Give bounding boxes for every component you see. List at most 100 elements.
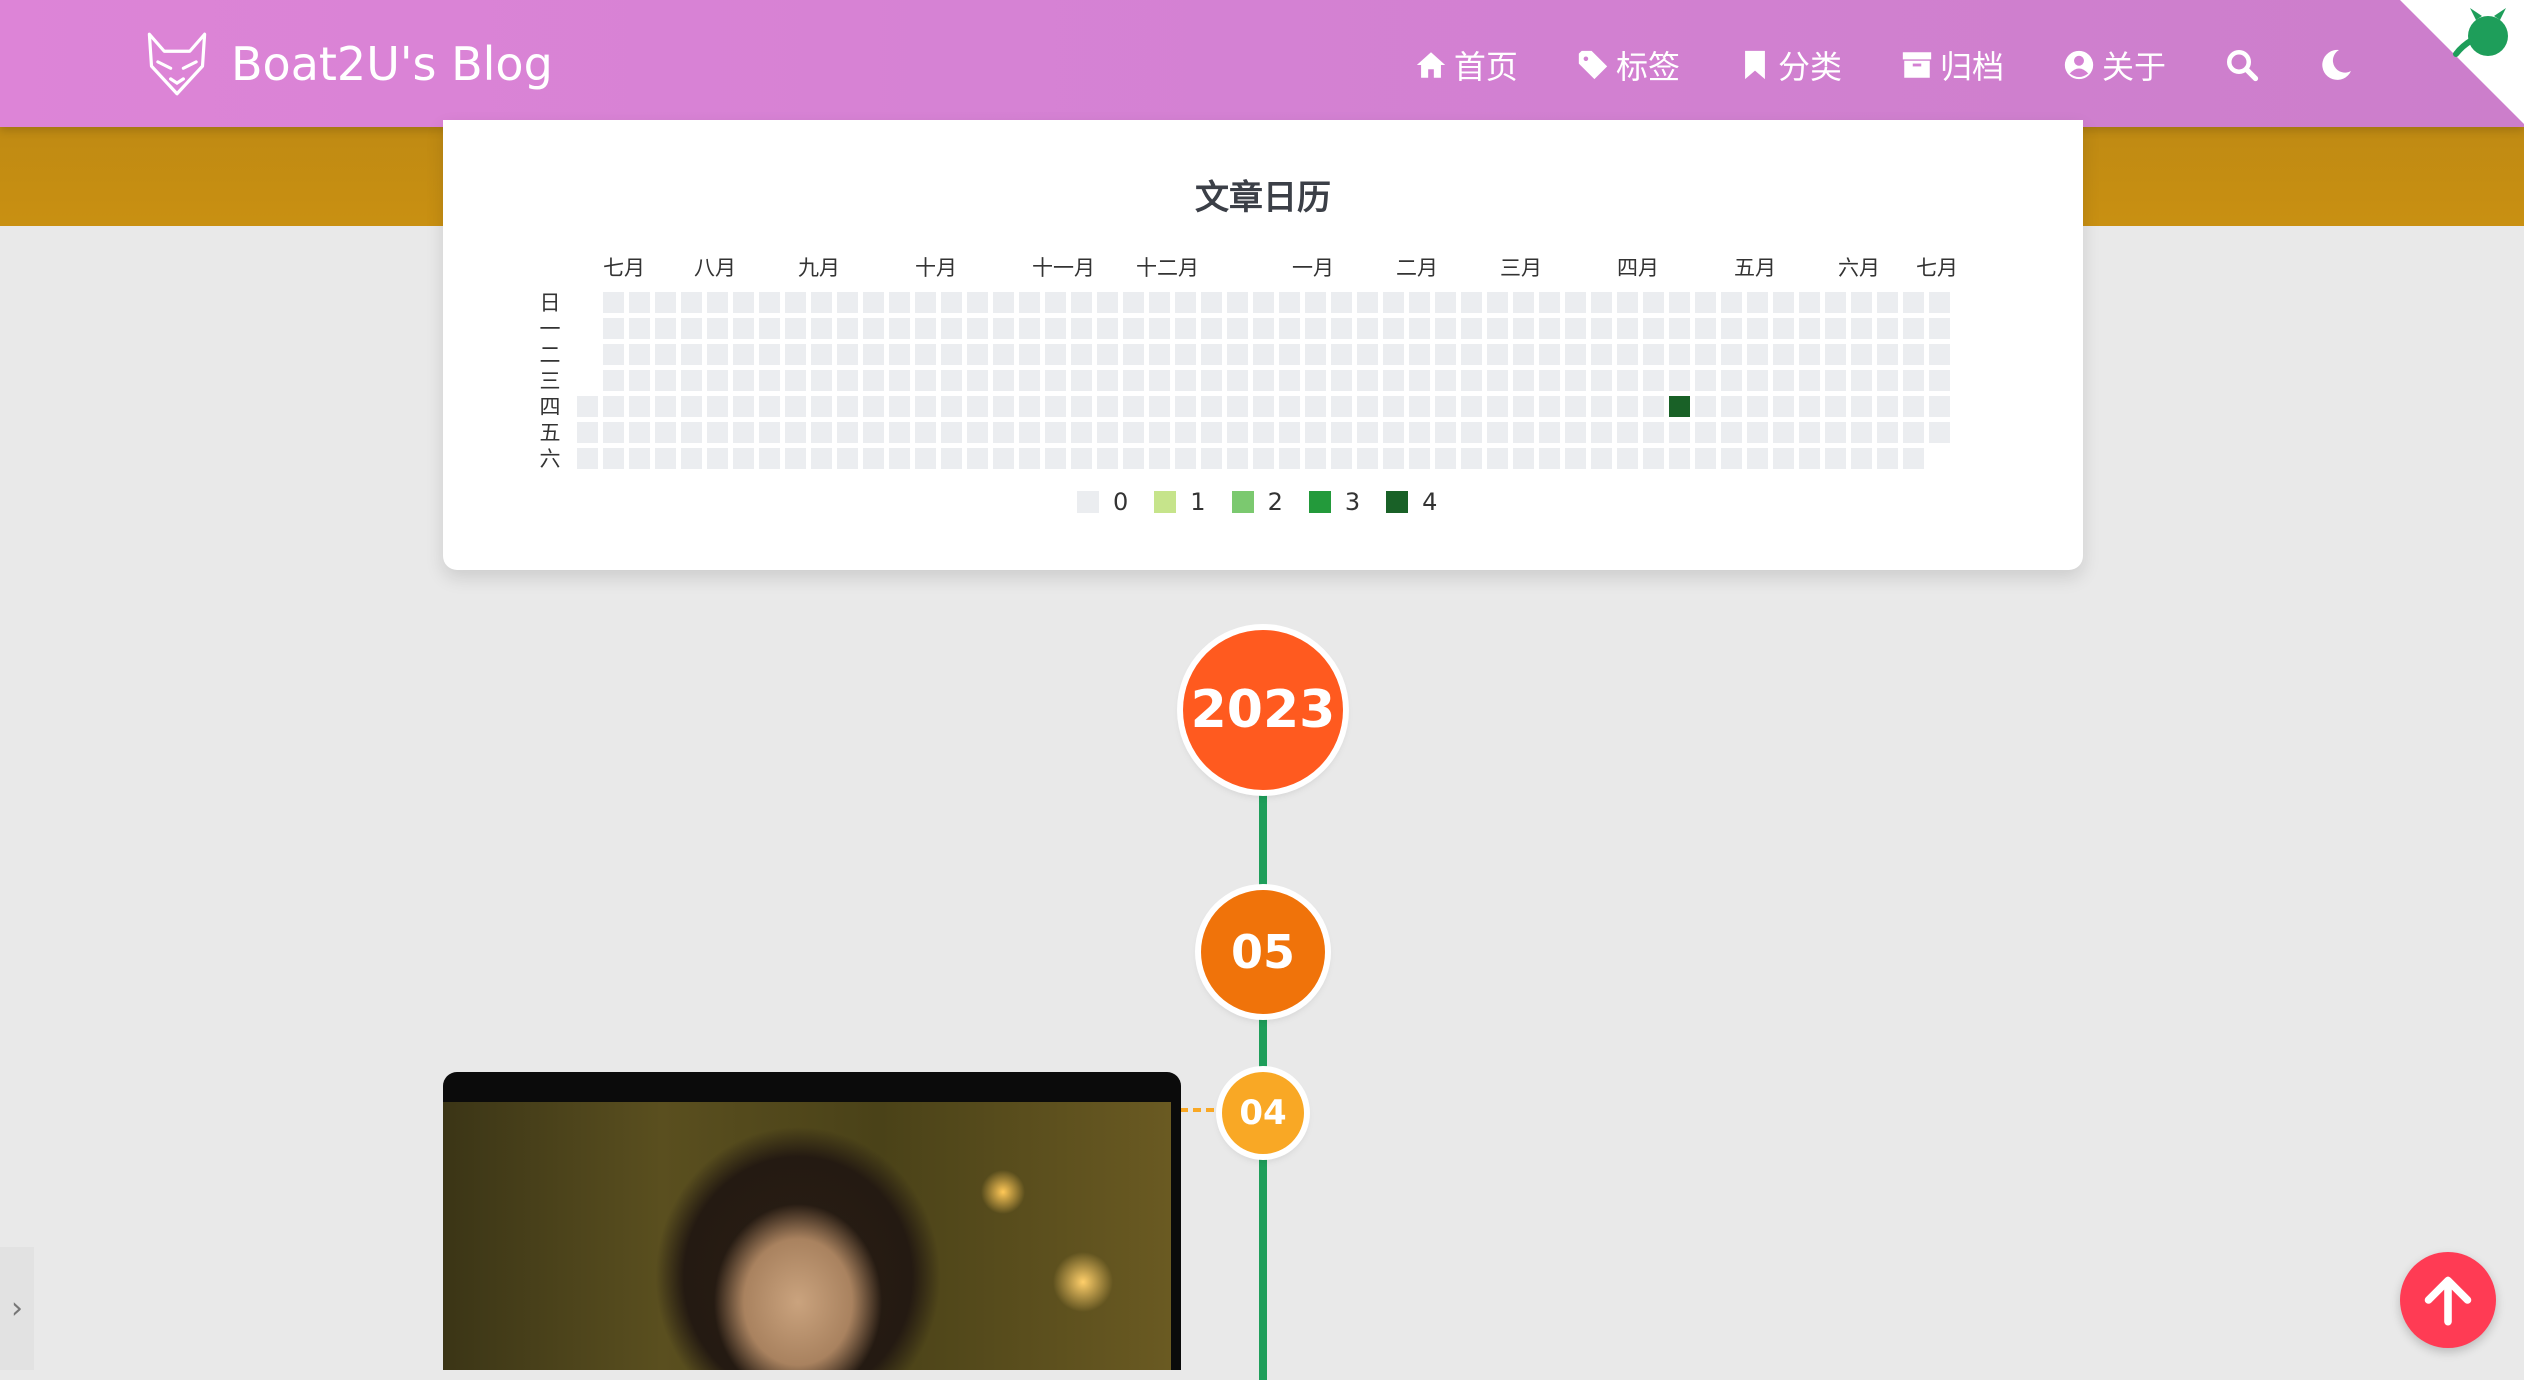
calendar-day-cell[interactable]	[1331, 344, 1352, 365]
calendar-day-cell[interactable]	[1383, 292, 1404, 313]
calendar-day-cell[interactable]	[1435, 370, 1456, 391]
calendar-day-cell[interactable]	[889, 448, 910, 469]
calendar-day-cell[interactable]	[1877, 396, 1898, 417]
calendar-day-cell[interactable]	[1175, 344, 1196, 365]
calendar-day-cell[interactable]	[1227, 318, 1248, 339]
calendar-day-cell[interactable]	[733, 396, 754, 417]
post-cover-image[interactable]	[443, 1102, 1171, 1370]
calendar-day-cell[interactable]	[993, 344, 1014, 365]
calendar-day-cell[interactable]	[1487, 292, 1508, 313]
calendar-day-cell[interactable]	[915, 292, 936, 313]
calendar-day-cell[interactable]	[785, 292, 806, 313]
calendar-day-cell[interactable]	[967, 448, 988, 469]
calendar-day-cell[interactable]	[759, 344, 780, 365]
calendar-day-cell[interactable]	[655, 422, 676, 443]
calendar-day-cell[interactable]	[733, 318, 754, 339]
calendar-day-cell[interactable]	[1071, 292, 1092, 313]
calendar-day-cell[interactable]	[1669, 344, 1690, 365]
calendar-day-cell[interactable]	[863, 344, 884, 365]
theme-toggle-button[interactable]	[2318, 47, 2354, 83]
calendar-day-cell[interactable]	[603, 370, 624, 391]
calendar-day-cell[interactable]	[1851, 318, 1872, 339]
calendar-day-cell[interactable]	[1175, 370, 1196, 391]
calendar-day-cell[interactable]	[759, 422, 780, 443]
post-card[interactable]	[443, 1072, 1181, 1370]
calendar-day-cell[interactable]	[577, 422, 598, 443]
calendar-day-cell[interactable]	[837, 370, 858, 391]
calendar-day-cell[interactable]	[1383, 396, 1404, 417]
calendar-day-cell[interactable]	[1825, 448, 1846, 469]
calendar-day-cell[interactable]	[1799, 318, 1820, 339]
calendar-day-cell[interactable]	[811, 448, 832, 469]
search-button[interactable]	[2224, 47, 2260, 83]
calendar-day-cell[interactable]	[1877, 370, 1898, 391]
calendar-day-cell[interactable]	[1591, 292, 1612, 313]
calendar-day-cell[interactable]	[1149, 318, 1170, 339]
calendar-day-cell[interactable]	[1825, 344, 1846, 365]
calendar-day-cell[interactable]	[1409, 292, 1430, 313]
calendar-day-cell[interactable]	[733, 422, 754, 443]
calendar-day-cell[interactable]	[1669, 292, 1690, 313]
calendar-day-cell[interactable]	[1903, 370, 1924, 391]
calendar-day-cell[interactable]	[1513, 318, 1534, 339]
calendar-day-cell[interactable]	[1825, 292, 1846, 313]
calendar-day-cell[interactable]	[1331, 448, 1352, 469]
calendar-day-cell[interactable]	[1357, 422, 1378, 443]
calendar-day-cell[interactable]	[1669, 396, 1690, 417]
calendar-day-cell[interactable]	[1279, 318, 1300, 339]
calendar-day-cell[interactable]	[1253, 422, 1274, 443]
calendar-day-cell[interactable]	[1591, 318, 1612, 339]
calendar-day-cell[interactable]	[1513, 292, 1534, 313]
calendar-day-cell[interactable]	[1643, 344, 1664, 365]
calendar-day-cell[interactable]	[1825, 318, 1846, 339]
calendar-day-cell[interactable]	[941, 396, 962, 417]
back-to-top-button[interactable]	[2400, 1252, 2496, 1348]
calendar-day-cell[interactable]	[1409, 422, 1430, 443]
calendar-day-cell[interactable]	[1409, 370, 1430, 391]
calendar-day-cell[interactable]	[1617, 448, 1638, 469]
calendar-day-cell[interactable]	[785, 422, 806, 443]
calendar-day-cell[interactable]	[889, 396, 910, 417]
calendar-day-cell[interactable]	[1045, 422, 1066, 443]
calendar-day-cell[interactable]	[1903, 396, 1924, 417]
calendar-day-cell[interactable]	[759, 318, 780, 339]
calendar-day-cell[interactable]	[1643, 396, 1664, 417]
calendar-day-cell[interactable]	[1175, 422, 1196, 443]
calendar-day-cell[interactable]	[1747, 422, 1768, 443]
calendar-day-cell[interactable]	[863, 318, 884, 339]
calendar-day-cell[interactable]	[1227, 344, 1248, 365]
calendar-day-cell[interactable]	[1617, 292, 1638, 313]
calendar-day-cell[interactable]	[1461, 370, 1482, 391]
calendar-day-cell[interactable]	[1487, 422, 1508, 443]
calendar-day-cell[interactable]	[1591, 370, 1612, 391]
calendar-day-cell[interactable]	[577, 448, 598, 469]
calendar-day-cell[interactable]	[1331, 370, 1352, 391]
calendar-day-cell[interactable]	[1903, 292, 1924, 313]
calendar-day-cell[interactable]	[603, 396, 624, 417]
calendar-day-cell[interactable]	[707, 422, 728, 443]
calendar-day-cell[interactable]	[967, 396, 988, 417]
calendar-day-cell[interactable]	[1773, 292, 1794, 313]
calendar-day-cell[interactable]	[1097, 396, 1118, 417]
calendar-day-cell[interactable]	[1227, 292, 1248, 313]
calendar-day-cell[interactable]	[1409, 344, 1430, 365]
calendar-day-cell[interactable]	[1513, 344, 1534, 365]
calendar-day-cell[interactable]	[915, 422, 936, 443]
calendar-day-cell[interactable]	[1435, 448, 1456, 469]
calendar-day-cell[interactable]	[863, 292, 884, 313]
calendar-day-cell[interactable]	[1045, 448, 1066, 469]
calendar-day-cell[interactable]	[1877, 344, 1898, 365]
calendar-day-cell[interactable]	[1877, 292, 1898, 313]
calendar-day-cell[interactable]	[1643, 448, 1664, 469]
nav-item-home[interactable]: 首页	[1414, 42, 1518, 88]
calendar-day-cell[interactable]	[811, 344, 832, 365]
calendar-day-cell[interactable]	[1149, 448, 1170, 469]
calendar-day-cell[interactable]	[1877, 318, 1898, 339]
calendar-day-cell[interactable]	[1825, 396, 1846, 417]
calendar-day-cell[interactable]	[1305, 318, 1326, 339]
calendar-day-cell[interactable]	[1123, 292, 1144, 313]
calendar-day-cell[interactable]	[655, 370, 676, 391]
calendar-day-cell[interactable]	[603, 422, 624, 443]
calendar-day-cell[interactable]	[1383, 370, 1404, 391]
calendar-day-cell[interactable]	[629, 370, 650, 391]
